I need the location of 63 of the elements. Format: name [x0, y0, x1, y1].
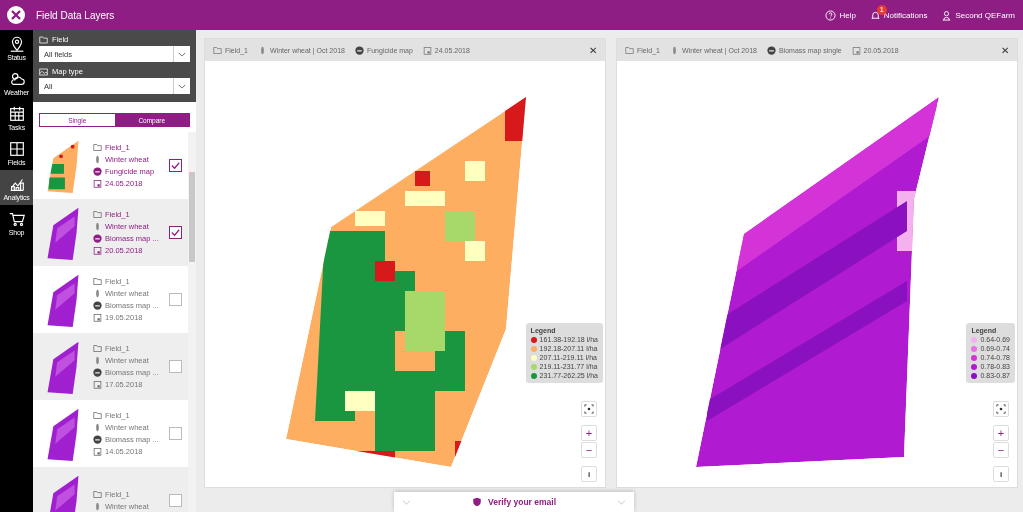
map-type-icon [93, 435, 102, 444]
user-menu[interactable]: Second QEFarm [941, 9, 1015, 21]
folder-icon [93, 143, 102, 152]
app-title: Field Data Layers [36, 9, 115, 21]
folder-icon [93, 344, 102, 353]
compare-checkbox[interactable] [169, 159, 182, 172]
folder-icon [93, 411, 102, 420]
map-type-icon [93, 167, 102, 176]
calendar-icon [93, 447, 102, 456]
zoom-in-button[interactable]: + [581, 425, 597, 441]
close-button[interactable]: ✕ [1001, 44, 1009, 56]
zoom-in-button[interactable]: + [993, 425, 1009, 441]
scrollbar[interactable] [188, 132, 196, 512]
compare-checkbox[interactable] [169, 360, 182, 373]
folder-icon [93, 210, 102, 219]
chevron-down-icon [402, 499, 411, 505]
close-button[interactable]: ✕ [589, 44, 597, 56]
wheat-icon [93, 289, 102, 298]
verify-email-banner[interactable]: Verify your email [394, 492, 634, 512]
chevron-down-icon [617, 499, 626, 505]
wheat-icon [93, 155, 102, 164]
calendar-icon [422, 45, 432, 55]
zoom-out-button[interactable]: − [581, 442, 597, 458]
zoom-out-button[interactable]: − [993, 442, 1009, 458]
calendar-icon [93, 246, 102, 255]
wheat-icon [93, 502, 102, 511]
compare-checkbox[interactable] [169, 293, 182, 306]
calendar-icon [851, 45, 861, 55]
folder-icon [93, 490, 102, 499]
compare-checkbox[interactable] [169, 226, 182, 239]
help-link[interactable]: Help [825, 9, 856, 21]
logo-icon [6, 5, 26, 25]
wheat-icon [93, 222, 102, 231]
wheat-icon [93, 423, 102, 432]
map-type-icon [93, 301, 102, 310]
recenter-button[interactable] [993, 401, 1009, 417]
bell-icon [869, 9, 881, 21]
folder-icon [625, 45, 634, 55]
shield-icon [471, 497, 482, 507]
folder-icon [213, 45, 222, 55]
calendar-icon [93, 179, 102, 188]
chevron-down-icon [178, 51, 186, 57]
map-type-icon [93, 368, 102, 377]
calendar-icon [93, 380, 102, 389]
help-icon [825, 9, 837, 21]
info-button[interactable]: i [993, 466, 1009, 482]
compare-checkbox[interactable] [169, 427, 182, 440]
compare-checkbox[interactable] [169, 494, 182, 507]
wheat-icon [93, 356, 102, 365]
map-type-icon [93, 234, 102, 243]
calendar-icon [7, 104, 26, 123]
info-button[interactable]: i [581, 466, 597, 482]
folder-icon [93, 277, 102, 286]
map-icon [39, 67, 48, 76]
verify-email-text: Verify your email [487, 497, 556, 507]
grid-icon [7, 139, 26, 158]
user-icon [941, 9, 953, 21]
recenter-button[interactable] [581, 401, 597, 417]
map-type-icon [766, 45, 776, 55]
calendar-icon [93, 313, 102, 322]
chevron-down-icon [178, 83, 186, 89]
map-type-icon [354, 45, 364, 55]
folder-icon [39, 35, 48, 44]
